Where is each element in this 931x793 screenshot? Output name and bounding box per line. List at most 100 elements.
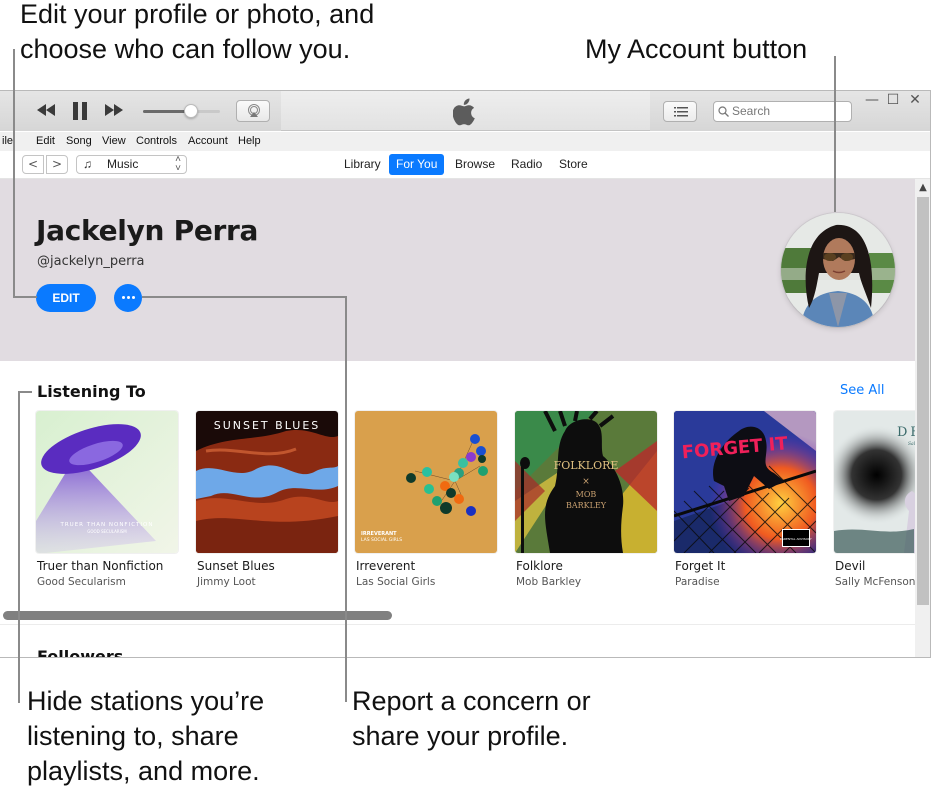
- back-button[interactable]: <: [22, 155, 44, 174]
- album-card[interactable]: IRREVERANT LAS SOCIAL GIRLS Irreverent L…: [355, 411, 497, 588]
- cover-text: DEVIL: [897, 425, 915, 440]
- parental-advisory-icon: PARENTAL ADVISORY: [780, 537, 812, 541]
- profile-photo: [781, 213, 895, 327]
- menu-account[interactable]: Account: [188, 135, 228, 147]
- album-cover: SUNSET BLUES: [196, 411, 338, 553]
- album-cover: TRUER THAN NONFICTION GOOD SECULARISM: [36, 411, 178, 553]
- album-artist: Jimmy Loot: [197, 576, 256, 588]
- callout-edit-profile: Edit your profile or photo, and choose w…: [20, 0, 375, 64]
- horizontal-scrollbar[interactable]: [3, 611, 392, 620]
- minimize-button[interactable]: —: [864, 92, 880, 108]
- airplay-button[interactable]: [236, 100, 270, 122]
- title-bar: Search — ☐ ✕: [0, 91, 930, 131]
- tab-browse[interactable]: Browse: [448, 154, 502, 175]
- edit-profile-button[interactable]: EDIT: [36, 284, 96, 312]
- album-artist: Paradise: [675, 576, 720, 588]
- cover-text: GOOD SECULARISM: [87, 529, 127, 534]
- my-account-avatar-button[interactable]: [781, 213, 895, 327]
- menu-bar: ile Edit Song View Controls Account Help: [0, 132, 930, 151]
- cover-text: BARKLEY: [566, 501, 607, 510]
- leader-line: [834, 56, 836, 212]
- scroll-up-icon[interactable]: ▲: [915, 179, 930, 195]
- menu-edit[interactable]: Edit: [36, 135, 55, 147]
- cover-text: Sally McFenson: [908, 441, 915, 447]
- cover-text: TRUER THAN NONFICTION: [60, 522, 154, 528]
- album-cover: IRREVERANT LAS SOCIAL GIRLS: [355, 411, 497, 553]
- search-input[interactable]: Search: [713, 101, 852, 122]
- nav-bar: < > ♫ Music ˄ ˅ Library For You Browse Ra…: [0, 151, 930, 179]
- profile-handle: @jackelyn_perra: [37, 254, 145, 269]
- album-card[interactable]: TRUER THAN NONFICTION GOOD SECULARISM Tr…: [36, 411, 178, 588]
- album-cover: FOLKLORE × MOB BARKLEY: [515, 411, 657, 553]
- for-you-content: Jackelyn Perra @jackelyn_perra EDIT List…: [0, 179, 915, 657]
- more-options-button[interactable]: [114, 284, 142, 312]
- list-icon: [674, 107, 688, 117]
- album-title: Devil: [835, 559, 866, 573]
- album-card[interactable]: SUNSET BLUES Sunset Blues Jimmy Loot: [196, 411, 338, 588]
- tab-radio[interactable]: Radio: [504, 154, 549, 175]
- leader-line: [18, 391, 20, 703]
- apple-logo-icon: [453, 98, 475, 126]
- menu-controls[interactable]: Controls: [136, 135, 177, 147]
- leader-line: [18, 391, 32, 393]
- cover-text: MOB: [576, 490, 597, 499]
- maximize-button[interactable]: ☐: [885, 92, 901, 108]
- menu-song[interactable]: Song: [66, 135, 92, 147]
- cover-text: FOLKLORE: [554, 459, 619, 472]
- album-card[interactable]: FORGET IT PARENTAL ADVISORY Forget It Pa…: [674, 411, 816, 588]
- album-title: Sunset Blues: [197, 559, 275, 573]
- see-all-link[interactable]: See All: [840, 383, 885, 398]
- album-artist: Good Secularism: [37, 576, 126, 588]
- fast-forward-icon[interactable]: [104, 103, 124, 117]
- profile-name: Jackelyn Perra: [36, 214, 259, 247]
- callout-report-concern: Report a concern or share your profile.: [352, 686, 591, 751]
- pause-icon[interactable]: [72, 101, 88, 121]
- album-artist: Las Social Girls: [356, 576, 436, 588]
- leader-line: [142, 296, 347, 298]
- cover-text: LAS SOCIAL GIRLS: [361, 537, 402, 543]
- forward-button[interactable]: >: [46, 155, 68, 174]
- listening-to-list: TRUER THAN NONFICTION GOOD SECULARISM Tr…: [36, 411, 915, 591]
- up-next-button[interactable]: [663, 101, 697, 122]
- album-cover: FORGET IT PARENTAL ADVISORY: [674, 411, 816, 553]
- volume-slider[interactable]: [143, 110, 220, 113]
- vertical-scrollbar[interactable]: ▲: [915, 179, 930, 657]
- cover-text: IRREVERANT: [361, 531, 397, 537]
- listening-to-title: Listening To: [37, 382, 146, 401]
- ellipsis-icon: [122, 296, 125, 299]
- album-cover: DEVIL Sally McFenson: [834, 411, 915, 553]
- tab-library[interactable]: Library: [337, 154, 388, 175]
- rewind-icon[interactable]: [36, 103, 56, 117]
- leader-line: [345, 296, 347, 702]
- album-artist: Mob Barkley: [516, 576, 582, 588]
- media-kind-select[interactable]: ♫ Music ˄ ˅: [76, 155, 187, 174]
- album-title: Folklore: [516, 559, 563, 573]
- leader-line: [13, 296, 37, 298]
- cover-text: SUNSET BLUES: [214, 419, 321, 432]
- album-card[interactable]: DEVIL Sally McFenson Devil Sally McFenso…: [834, 411, 915, 588]
- itunes-window: Search — ☐ ✕ ile Edit Song View Controls…: [0, 90, 931, 658]
- menu-help[interactable]: Help: [238, 135, 261, 147]
- album-title: Truer than Nonfiction: [37, 559, 164, 573]
- album-title: Forget It: [675, 559, 726, 573]
- album-card[interactable]: FOLKLORE × MOB BARKLEY Folklore Mob Bark…: [515, 411, 657, 588]
- airplay-icon: [248, 104, 260, 117]
- menu-view[interactable]: View: [102, 135, 126, 147]
- scrollbar-thumb[interactable]: [917, 197, 929, 605]
- profile-header: Jackelyn Perra @jackelyn_perra EDIT: [0, 179, 915, 361]
- volume-knob[interactable]: [183, 104, 198, 118]
- callout-hide-stations: Hide stations you’re listening to, share…: [27, 686, 265, 786]
- search-icon: [718, 106, 729, 117]
- chevron-updown-icon: ˄ ˅: [175, 154, 181, 174]
- tab-store[interactable]: Store: [552, 154, 595, 175]
- tab-for-you[interactable]: For You: [389, 154, 445, 175]
- menu-file[interactable]: ile: [2, 135, 13, 147]
- music-note-icon: ♫: [83, 157, 92, 171]
- album-artist: Sally McFenson: [835, 576, 915, 588]
- close-button[interactable]: ✕: [907, 92, 923, 108]
- album-title: Irreverent: [356, 559, 416, 573]
- media-kind-label: Music: [107, 157, 139, 171]
- player-controls: [0, 91, 281, 131]
- cover-text: ×: [582, 477, 590, 487]
- leader-line: [13, 49, 15, 297]
